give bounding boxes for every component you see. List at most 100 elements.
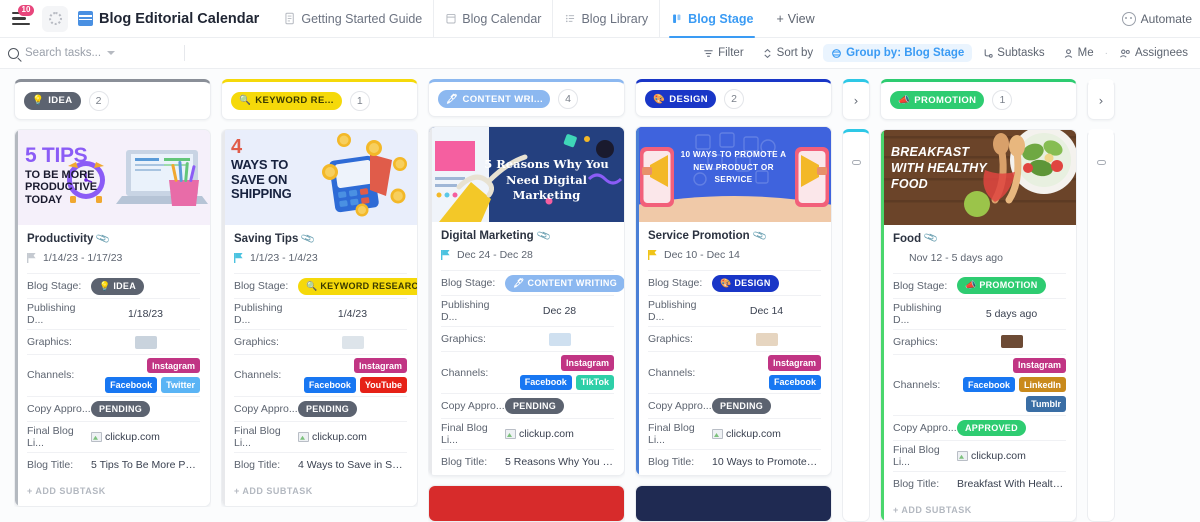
column-header[interactable]: 💡 IDEA 2: [14, 79, 211, 120]
field-channels[interactable]: Channels: Instagram Facebook LinkedIn Tumbl…: [893, 353, 1066, 415]
status-badge[interactable]: 🖋 CONTENT WRITING: [505, 274, 624, 292]
attachment-icon[interactable]: 📎: [923, 231, 939, 246]
channel-tag[interactable]: LinkedIn: [1018, 377, 1066, 393]
status-badge[interactable]: 📣 PROMOTION: [957, 277, 1046, 295]
field-blog-title[interactable]: Blog Title: 5 Reasons Why You Nee...: [441, 449, 614, 474]
field-publishing-date[interactable]: Publishing D... Dec 14: [648, 295, 821, 326]
status-badge[interactable]: 🔍 KEYWORD RESEARCH: [298, 277, 417, 295]
task-name[interactable]: Digital Marketing 📎: [441, 229, 614, 244]
group-by-button[interactable]: Group by: Blog Stage: [823, 44, 973, 62]
chevron-down-icon[interactable]: [107, 51, 116, 55]
add-subtask-button[interactable]: + ADD SUBTASK: [222, 476, 417, 506]
task-card-partial[interactable]: [428, 484, 625, 522]
task-date-range[interactable]: Nov 12 - 5 days ago: [893, 252, 1066, 273]
collapsed-column[interactable]: ›: [1087, 79, 1115, 522]
channel-tag[interactable]: Tumblr: [1026, 396, 1066, 412]
collapsed-column-body[interactable]: [1087, 129, 1115, 522]
collapse-handle-icon[interactable]: [851, 160, 861, 165]
notification-badge[interactable]: 10: [18, 5, 34, 17]
subtasks-button[interactable]: Subtasks: [974, 44, 1052, 62]
tab-getting-started-guide[interactable]: Getting Started Guide: [273, 0, 433, 37]
field-blog-stage[interactable]: Blog Stage: 🎨 DESIGN: [648, 270, 821, 295]
menu-toggle-button[interactable]: 10: [8, 5, 34, 25]
status-badge[interactable]: 🖋 CONTENT WRI...: [438, 90, 550, 109]
channel-tag[interactable]: Facebook: [768, 374, 821, 390]
chevron-right-icon[interactable]: ›: [1099, 94, 1104, 108]
status-badge[interactable]: 🔍 KEYWORD RE...: [231, 91, 342, 110]
sort-by-button[interactable]: Sort by: [754, 44, 821, 62]
task-card[interactable]: BREAKFAST WITH HEALTHY FOOD Food 📎 Nov 12 …: [880, 128, 1077, 522]
field-blog-stage[interactable]: Blog Stage: 🔍 KEYWORD RESEARCH: [234, 273, 417, 298]
status-badge[interactable]: 🎨 DESIGN: [645, 90, 717, 109]
blog-link[interactable]: clickup.com: [298, 431, 367, 443]
column-header[interactable]: 🔍 KEYWORD RE... 1: [221, 79, 418, 120]
approval-badge[interactable]: PENDING: [91, 400, 151, 417]
automate-button[interactable]: Automate: [1121, 11, 1192, 26]
graphics-thumbnail[interactable]: [548, 332, 571, 346]
channel-tag[interactable]: Facebook: [105, 377, 158, 393]
channel-tag[interactable]: Twitter: [161, 377, 200, 393]
field-graphics[interactable]: Graphics:: [27, 329, 200, 354]
channel-tag[interactable]: Instagram: [146, 358, 200, 374]
field-blog-title[interactable]: Blog Title: 5 Tips To Be More Produ...: [27, 451, 200, 477]
collapsed-column-body[interactable]: [842, 129, 870, 522]
tab-blog-calendar[interactable]: Blog Calendar: [433, 0, 552, 37]
field-copy-approval[interactable]: Copy Appro... PENDING: [648, 393, 821, 418]
approval-badge[interactable]: PENDING: [712, 398, 772, 414]
channel-tag[interactable]: Facebook: [962, 377, 1015, 393]
add-subtask-button[interactable]: + ADD SUBTASK: [636, 474, 831, 475]
chevron-right-icon[interactable]: ›: [854, 94, 859, 108]
graphics-thumbnail[interactable]: [134, 335, 157, 349]
column-header[interactable]: 🎨 DESIGN 2: [635, 79, 832, 118]
field-publishing-date[interactable]: Publishing D... 5 days ago: [893, 297, 1066, 329]
channel-tag[interactable]: Instagram: [560, 355, 614, 371]
channel-tag[interactable]: Instagram: [353, 358, 407, 374]
channel-tag[interactable]: Instagram: [1012, 357, 1066, 373]
attachment-icon[interactable]: 📎: [752, 229, 768, 244]
collapsed-column-header[interactable]: ›: [842, 79, 870, 120]
approval-badge[interactable]: PENDING: [298, 400, 358, 417]
channel-tag[interactable]: YouTube: [359, 377, 407, 393]
status-badge[interactable]: 💡 IDEA: [91, 277, 145, 295]
field-channels[interactable]: Channels: Instagram Facebook TikTok: [441, 351, 614, 393]
channel-tag[interactable]: Facebook: [303, 377, 356, 393]
field-final-blog-link[interactable]: Final Blog Li... clickup.com: [27, 420, 200, 452]
task-date-range[interactable]: Dec 24 - Dec 28: [441, 249, 614, 270]
field-blog-title[interactable]: Blog Title: 4 Ways to Save in Shippi...: [234, 451, 407, 477]
field-channels[interactable]: Channels: Instagram Facebook YouTube: [234, 354, 407, 396]
tab-blog-library[interactable]: Blog Library: [552, 0, 659, 37]
status-badge[interactable]: 💡 IDEA: [24, 91, 81, 110]
attachment-icon[interactable]: 📎: [301, 231, 317, 246]
attachment-icon[interactable]: 📎: [96, 231, 112, 246]
collapse-handle-icon[interactable]: [1096, 160, 1106, 165]
task-card[interactable]: 10 WAYS TO PROMOTE A NEW PRODUCT OR SERVIC…: [635, 126, 832, 476]
field-final-blog-link[interactable]: Final Blog Li... clickup.com: [893, 439, 1066, 471]
task-card[interactable]: 5 Reasons Why You Need Digital Marketing …: [428, 126, 625, 476]
graphics-thumbnail[interactable]: [1000, 335, 1023, 349]
field-publishing-date[interactable]: Publishing D... Dec 28: [441, 295, 614, 326]
field-copy-approval[interactable]: Copy Appro... PENDING: [27, 395, 200, 421]
task-card[interactable]: 4 WAYS TOSAVE ONSHIPPING Saving Tips 📎: [221, 129, 418, 507]
channel-tag[interactable]: Instagram: [767, 355, 821, 371]
field-final-blog-link[interactable]: Final Blog Li... clickup.com: [441, 418, 614, 449]
field-copy-approval[interactable]: Copy Appro... PENDING: [234, 395, 407, 421]
field-graphics[interactable]: Graphics:: [234, 329, 407, 354]
field-blog-title[interactable]: Blog Title: Breakfast With Healthy F...: [893, 470, 1066, 496]
task-date-range[interactable]: Dec 10 - Dec 14: [648, 249, 821, 270]
add-view-button[interactable]: + View: [764, 12, 826, 26]
task-date-range[interactable]: 1/14/23 - 1/17/23: [27, 252, 200, 273]
search-input[interactable]: Search tasks...: [8, 47, 178, 59]
field-copy-approval[interactable]: Copy Appro... APPROVED: [893, 414, 1066, 440]
blog-link[interactable]: clickup.com: [91, 431, 160, 443]
status-badge[interactable]: 🎨 DESIGN: [712, 274, 779, 292]
blog-link[interactable]: clickup.com: [957, 450, 1026, 462]
task-card-partial[interactable]: [635, 484, 832, 522]
field-final-blog-link[interactable]: Final Blog Li... clickup.com: [648, 418, 821, 449]
channel-tag[interactable]: Facebook: [519, 374, 572, 390]
field-publishing-date[interactable]: Publishing D... 1/18/23: [27, 298, 200, 329]
field-blog-stage[interactable]: Blog Stage: 💡 IDEA: [27, 273, 200, 298]
field-publishing-date[interactable]: Publishing D... 1/4/23: [234, 298, 407, 329]
field-channels[interactable]: Channels: Instagram Facebook Twitter: [27, 354, 200, 396]
collapsed-column[interactable]: ›: [842, 79, 870, 522]
task-date-range[interactable]: 1/1/23 - 1/4/23: [234, 252, 407, 273]
